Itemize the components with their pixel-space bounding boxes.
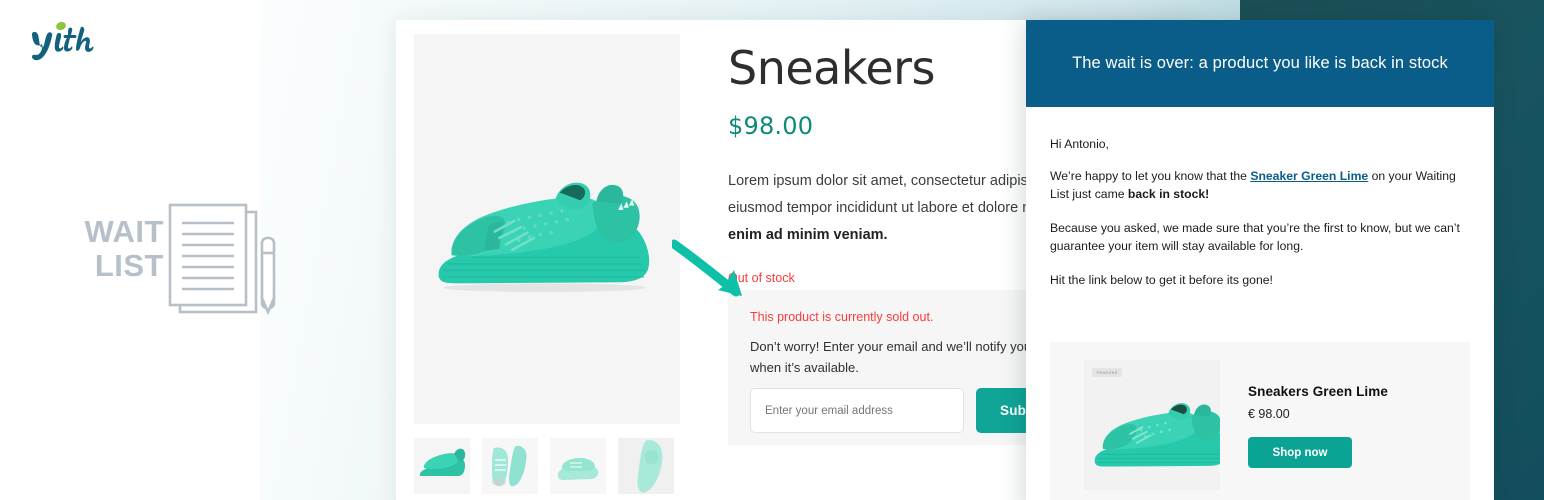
email-product-info: Sneakers Green Lime € 98.00 Shop now — [1248, 384, 1388, 468]
email-greeting: Hi Antonio, — [1050, 137, 1109, 151]
document-pencil-icon — [158, 195, 293, 335]
waitlist-graphic-line1: WAIT — [84, 214, 164, 249]
email-paragraph-2: Because you asked, we made sure that you… — [1050, 221, 1460, 253]
shop-now-button[interactable]: Shop now — [1248, 437, 1352, 468]
product-thumbnail-3[interactable] — [550, 438, 606, 494]
email-paragraph-1: We’re happy to let you know that the Sne… — [1050, 167, 1470, 203]
email-header: The wait is over: a product you like is … — [1026, 20, 1494, 107]
email-product-badge: Featured — [1092, 368, 1123, 377]
waitlist-form: Submit — [750, 388, 1071, 433]
email-product-card: Featured Sneakers Green Lime € 98.00 Sho… — [1050, 342, 1470, 500]
email-header-title: The wait is over: a product you like is … — [1072, 54, 1448, 72]
email-preview-panel: The wait is over: a product you like is … — [1026, 20, 1494, 500]
product-thumbnails — [414, 438, 674, 494]
product-thumbnail-4[interactable] — [618, 438, 674, 494]
yith-logo[interactable] — [26, 18, 146, 66]
screenshot-stage: WAIT LIST Sneakers $98.00 Lorem ipsum do… — [0, 0, 1544, 500]
product-thumbnail-1[interactable] — [414, 438, 470, 494]
email-product-name: Sneakers Green Lime — [1248, 384, 1388, 399]
email-product-link[interactable]: Sneaker Green Lime — [1250, 169, 1368, 183]
email-p1-before: We’re happy to let you know that the — [1050, 169, 1251, 183]
waitlist-graphic: WAIT LIST — [30, 185, 310, 340]
product-thumbnail-2[interactable] — [482, 438, 538, 494]
waitlist-graphic-line2: LIST — [94, 248, 164, 283]
waitlist-graphic-text: WAIT LIST — [34, 215, 164, 283]
email-paragraph-3: Hit the link below to get it before its … — [1050, 273, 1273, 287]
waitlist-email-input[interactable] — [750, 388, 964, 433]
email-product-price: € 98.00 — [1248, 407, 1290, 421]
email-body: Hi Antonio, We’re happy to let you know … — [1026, 107, 1494, 289]
product-gallery — [414, 34, 680, 424]
product-main-image[interactable] — [414, 34, 680, 424]
email-p1-bold: back in stock! — [1127, 187, 1210, 201]
email-product-image[interactable]: Featured — [1084, 360, 1220, 490]
waitlist-message: Don’t worry! Enter your email and we’ll … — [750, 339, 1032, 375]
